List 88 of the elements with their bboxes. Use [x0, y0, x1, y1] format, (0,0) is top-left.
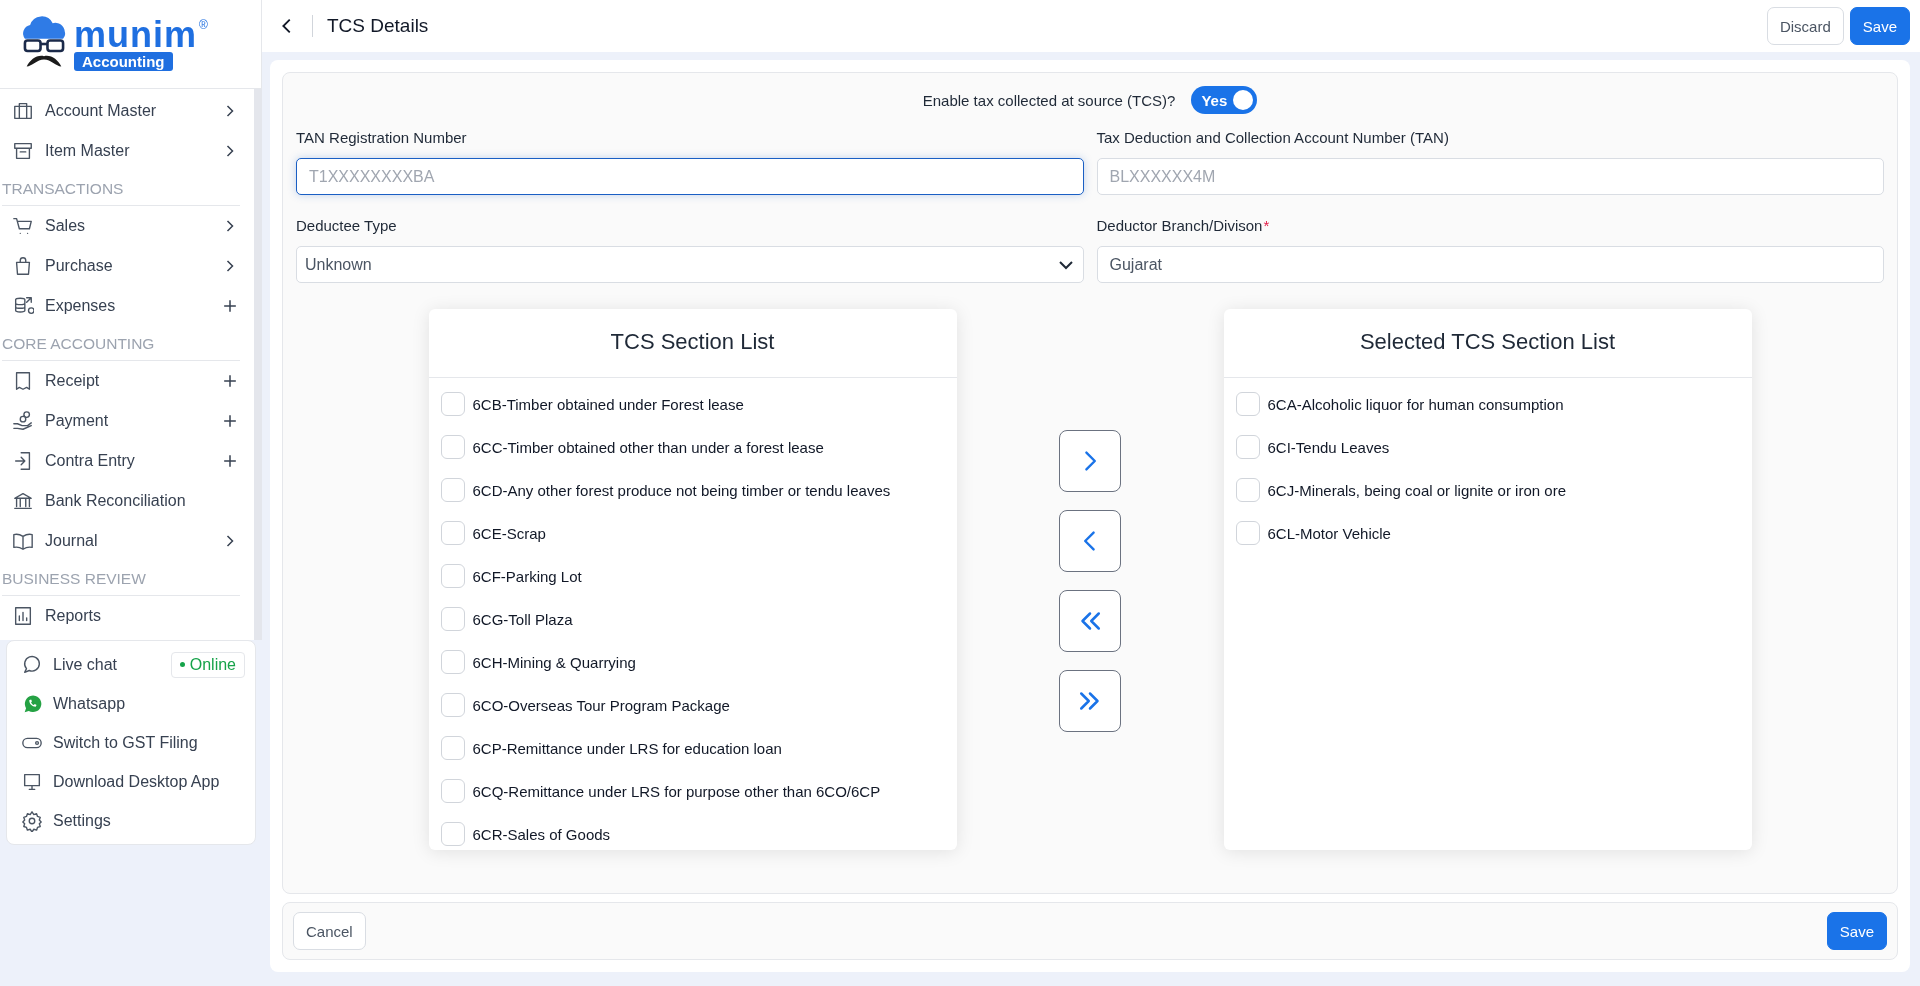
- toggle-label: Enable tax collected at source (TCS)?: [922, 91, 1176, 109]
- checkbox[interactable]: [440, 435, 465, 459]
- checkbox[interactable]: [440, 392, 465, 416]
- list-item-label: 6CF-Parking Lot: [472, 567, 582, 585]
- chevron-left-button[interactable]: [1059, 510, 1121, 572]
- sidebar-item[interactable]: Receipt: [12, 361, 244, 401]
- hand-coins-icon: [12, 410, 34, 432]
- required-mark: *: [1263, 217, 1270, 234]
- header-button[interactable]: Discard: [1766, 7, 1844, 45]
- sidebar-item[interactable]: Bank Reconciliation: [12, 481, 244, 521]
- sidebar-item[interactable]: Contra Entry: [12, 441, 244, 481]
- field-label: Deductor Branch/Divison*: [1096, 217, 1271, 234]
- double-chevron-right-icon: [1080, 692, 1100, 710]
- footer-button[interactable]: Save: [1826, 912, 1887, 950]
- list-item-label: 6CD-Any other forest produce not being timber or tendu leaves: [472, 481, 891, 499]
- list-item-label: 6CA-Alcoholic liquor for human consumption: [1267, 395, 1564, 413]
- list-item-label: 6CO-Overseas Tour Program Package: [472, 696, 730, 714]
- settings-icon: [21, 809, 43, 832]
- checkbox[interactable]: [1235, 392, 1260, 416]
- checkbox[interactable]: [440, 564, 465, 588]
- cart-icon: [12, 215, 34, 237]
- registered-mark: ®: [199, 17, 208, 32]
- briefcase-icon: [12, 100, 34, 122]
- input-field[interactable]: T1XXXXXXXXBA: [296, 158, 1084, 195]
- brand-name: munim: [74, 17, 197, 52]
- checkbox[interactable]: [440, 650, 465, 674]
- list-item-label: 6CB-Timber obtained under Forest lease: [472, 395, 744, 413]
- list-item-label: 6CC-Timber obtained other than under a forest lease: [472, 438, 824, 456]
- chevron-down-icon: [1058, 260, 1073, 269]
- sidebar-item[interactable]: Sales: [12, 206, 244, 246]
- list-item-label: 6CP-Remittance under LRS for education loan: [472, 739, 782, 757]
- support-item[interactable]: Settings: [21, 809, 111, 832]
- header-button[interactable]: Save: [1849, 7, 1910, 45]
- chevron-right-icon: [1084, 451, 1096, 471]
- chevron-left-icon: [1084, 531, 1096, 551]
- list-item-label: 6CL-Motor Vehicle: [1267, 524, 1391, 542]
- sidebar-item[interactable]: Item Master: [12, 131, 244, 171]
- select-field[interactable]: Unknown: [296, 246, 1084, 283]
- sidebar-item[interactable]: Reports: [12, 596, 244, 636]
- bar-chart-icon: [12, 605, 34, 627]
- brand-badge: Accounting: [74, 51, 173, 71]
- bank-icon: [12, 490, 34, 512]
- checkbox[interactable]: [440, 822, 465, 846]
- list-item-label: 6CH-Mining & Quarrying: [472, 653, 636, 671]
- input-field[interactable]: Gujarat: [1096, 246, 1884, 283]
- field-label: Tax Deduction and Collection Account Number (TAN): [1096, 129, 1450, 146]
- checkbox[interactable]: [440, 779, 465, 803]
- field-label: Deductee Type: [296, 217, 398, 234]
- list-item-label: 6CG-Toll Plaza: [472, 610, 573, 628]
- sidebar-item[interactable]: Expenses: [12, 286, 244, 326]
- section-heading: TRANSACTIONS: [2, 171, 240, 206]
- list-item-label: 6CQ-Remittance under LRS for purpose other than 6CO/6CP: [472, 782, 881, 800]
- checkbox[interactable]: [1235, 478, 1260, 502]
- page-title: TCS Details: [327, 15, 429, 37]
- online-badge: Online: [170, 651, 245, 678]
- checkbox[interactable]: [440, 693, 465, 717]
- checkbox[interactable]: [440, 736, 465, 760]
- list-item-label: 6CI-Tendu Leaves: [1267, 438, 1390, 456]
- sidebar-item[interactable]: Journal: [12, 521, 244, 561]
- section-heading: BUSINESS REVIEW: [2, 561, 240, 596]
- support-item[interactable]: Download Desktop App: [21, 770, 220, 793]
- database-icon: [12, 295, 34, 317]
- list-item-label: 6CJ-Minerals, being coal or lignite or iron ore: [1267, 481, 1566, 499]
- section-heading: CORE ACCOUNTING: [2, 326, 240, 361]
- footer-button[interactable]: Cancel: [293, 912, 366, 950]
- tcs-toggle[interactable]: Yes: [1191, 86, 1258, 114]
- checkbox[interactable]: [1235, 435, 1260, 459]
- list-item-label: 6CR-Sales of Goods: [472, 825, 611, 843]
- chevron-right-button[interactable]: [1059, 430, 1121, 492]
- archive-box-icon: [12, 140, 34, 162]
- checkbox[interactable]: [440, 478, 465, 502]
- checkbox[interactable]: [1235, 521, 1260, 545]
- list-title: Selected TCS Section List: [1223, 309, 1752, 378]
- sidebar-item[interactable]: Account Master: [12, 91, 244, 131]
- chat-bubble-icon: [21, 653, 43, 676]
- support-item[interactable]: Switch to GST Filing: [21, 731, 198, 754]
- sidebar-item[interactable]: Purchase: [12, 246, 244, 286]
- checkbox[interactable]: [440, 607, 465, 631]
- double-chevron-left-icon: [1080, 612, 1100, 630]
- list-item-label: 6CE-Scrap: [472, 524, 546, 542]
- support-item[interactable]: Live chat: [21, 653, 118, 676]
- list-title: TCS Section List: [428, 309, 957, 378]
- double-chevron-left-button[interactable]: [1059, 590, 1121, 652]
- checkbox[interactable]: [440, 521, 465, 545]
- sidebar-item[interactable]: Payment: [12, 401, 244, 441]
- field-label: TAN Registration Number: [296, 129, 468, 146]
- support-item[interactable]: Whatsapp: [21, 692, 126, 715]
- double-chevron-right-button[interactable]: [1059, 670, 1121, 732]
